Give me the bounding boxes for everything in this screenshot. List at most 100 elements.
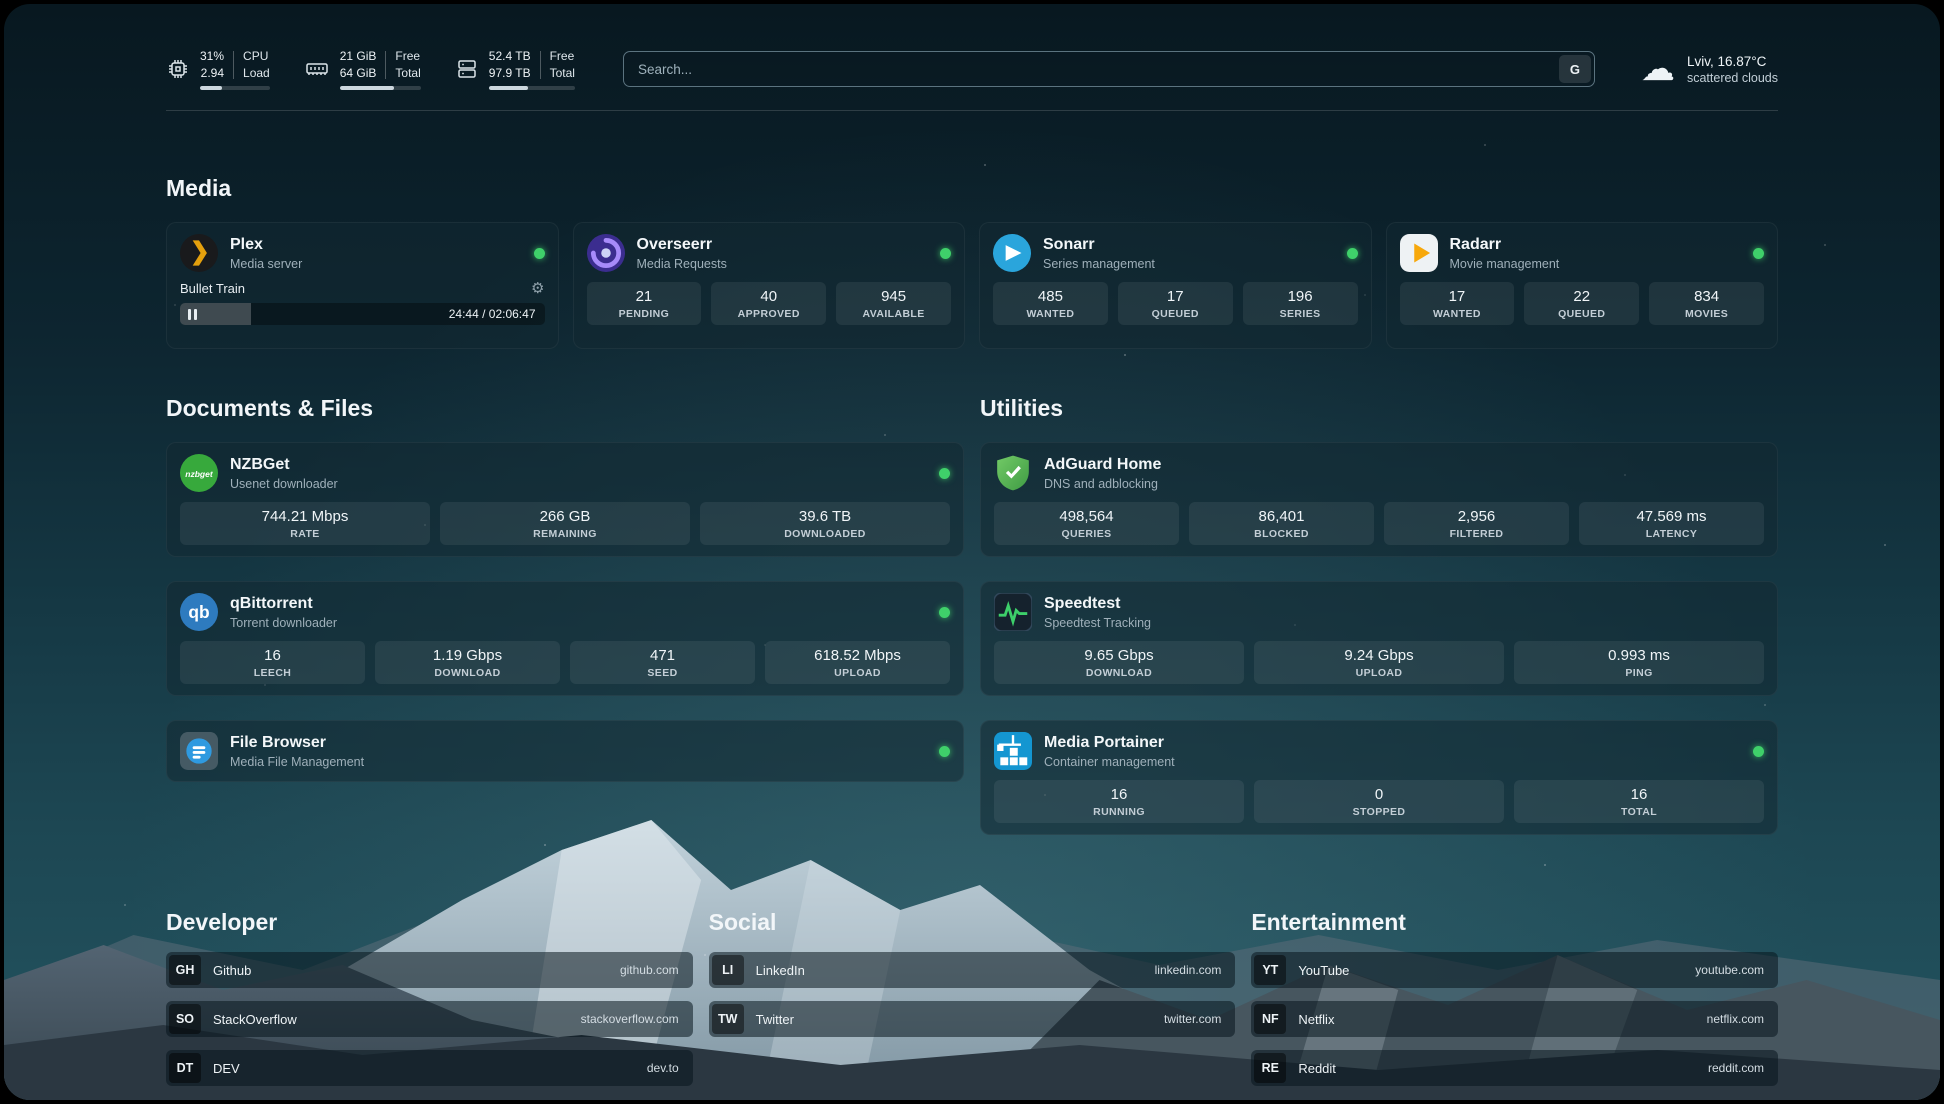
stat-label: QUEUED <box>1528 308 1635 320</box>
app-name: NZBGet <box>230 455 338 474</box>
app-card-qbittorrent[interactable]: qb qBittorrent Torrent downloader 16 LEE… <box>166 581 964 696</box>
app-description: Movie management <box>1450 257 1560 271</box>
app-card-adguard[interactable]: AdGuard Home DNS and adblocking 498,564 … <box>980 442 1778 557</box>
storage-label-bottom: Total <box>550 65 575 82</box>
bookmark-reddit[interactable]: RE Reddit reddit.com <box>1251 1050 1778 1086</box>
app-card-nzbget[interactable]: nzbget NZBGet Usenet downloader 744.21 M… <box>166 442 964 557</box>
section-title-media: Media <box>166 175 1778 202</box>
stat-box: 0 STOPPED <box>1254 780 1504 823</box>
app-name: AdGuard Home <box>1044 455 1161 474</box>
pause-icon[interactable] <box>188 309 197 320</box>
stat-value: 86,401 <box>1193 508 1370 525</box>
memory-progress-bar <box>340 86 421 90</box>
stat-value: 744.21 Mbps <box>184 508 426 525</box>
bookmark-url: youtube.com <box>1695 963 1775 977</box>
search-input[interactable] <box>623 51 1595 87</box>
bookmark-group-title: Social <box>709 909 1236 936</box>
app-card-plex[interactable]: Plex Media server Bullet Train ⚙ 24:44 /… <box>166 222 559 349</box>
app-description: Container management <box>1044 755 1175 769</box>
app-card-radarr[interactable]: Radarr Movie management 17 WANTED 22 QUE… <box>1386 222 1779 349</box>
stat-box: 1.19 Gbps DOWNLOAD <box>375 641 560 684</box>
bookmark-linkedin[interactable]: LI LinkedIn linkedin.com <box>709 952 1236 988</box>
bookmark-dev[interactable]: DT DEV dev.to <box>166 1050 693 1086</box>
stat-label: PENDING <box>591 308 698 320</box>
bookmark-url: dev.to <box>647 1061 690 1075</box>
storage-label-top: Free <box>550 48 575 65</box>
svg-text:nzbget: nzbget <box>185 469 214 479</box>
stat-value: 471 <box>574 647 751 664</box>
bookmark-abbr: SO <box>169 1004 201 1034</box>
app-description: Usenet downloader <box>230 477 338 491</box>
cloud-icon: ☁ <box>1641 52 1675 86</box>
stat-value: 21 <box>591 288 698 305</box>
stat-box: 21 PENDING <box>587 282 702 325</box>
files-column: Documents & Files nzbget NZBGet Usenet d… <box>166 395 964 859</box>
bookmark-github[interactable]: GH Github github.com <box>166 952 693 988</box>
app-card-portainer[interactable]: Media Portainer Container management 16 … <box>980 720 1778 835</box>
cpu-label-bottom: Load <box>243 65 270 82</box>
stat-value: 40 <box>715 288 822 305</box>
app-name: Media Portainer <box>1044 733 1175 752</box>
weather-location: Lviv, 16.87°C <box>1687 54 1778 69</box>
now-playing: Bullet Train ⚙ 24:44 / 02:06:47 <box>180 279 545 325</box>
stat-label: SERIES <box>1247 308 1354 320</box>
stat-value: 16 <box>184 647 361 664</box>
app-description: Media File Management <box>230 755 364 769</box>
stat-box: 17 QUEUED <box>1118 282 1233 325</box>
widget-separator <box>385 51 386 79</box>
now-playing-title: Bullet Train <box>180 281 245 296</box>
bookmark-netflix[interactable]: NF Netflix netflix.com <box>1251 1001 1778 1037</box>
adguard-icon <box>994 454 1032 492</box>
bookmark-abbr: NF <box>1254 1004 1286 1034</box>
stat-label: DOWNLOAD <box>998 667 1240 679</box>
storage-free-value: 52.4 TB <box>489 48 531 65</box>
app-card-filebrowser[interactable]: File Browser Media File Management <box>166 720 964 782</box>
stat-box: 266 GB REMAINING <box>440 502 690 545</box>
stat-label: APPROVED <box>715 308 822 320</box>
stat-box: 485 WANTED <box>993 282 1108 325</box>
bookmark-abbr: LI <box>712 955 744 985</box>
stat-box: 498,564 QUERIES <box>994 502 1179 545</box>
stat-label: LEECH <box>184 667 361 679</box>
status-dot <box>940 248 951 259</box>
bookmark-abbr: GH <box>169 955 201 985</box>
bookmark-name: Netflix <box>1298 1012 1334 1027</box>
bookmark-name: StackOverflow <box>213 1012 297 1027</box>
memory-widget: 21 GiB 64 GiB Free Total <box>304 48 421 91</box>
app-card-sonarr[interactable]: Sonarr Series management 485 WANTED 17 Q… <box>979 222 1372 349</box>
bookmark-twitter[interactable]: TW Twitter twitter.com <box>709 1001 1236 1037</box>
search-engine-button[interactable]: G <box>1559 55 1591 83</box>
stat-label: RATE <box>184 528 426 540</box>
bookmark-youtube[interactable]: YT YouTube youtube.com <box>1251 952 1778 988</box>
bookmark-url: reddit.com <box>1708 1061 1775 1075</box>
section-title-files: Documents & Files <box>166 395 964 422</box>
stat-label: RUNNING <box>998 806 1240 818</box>
bookmark-stackoverflow[interactable]: SO StackOverflow stackoverflow.com <box>166 1001 693 1037</box>
playback-progress-bar[interactable]: 24:44 / 02:06:47 <box>180 303 545 325</box>
stat-value: 9.24 Gbps <box>1258 647 1500 664</box>
stat-box: 2,956 FILTERED <box>1384 502 1569 545</box>
bookmark-abbr: TW <box>712 1004 744 1034</box>
app-name: File Browser <box>230 733 364 752</box>
stat-label: SEED <box>574 667 751 679</box>
stat-value: 1.19 Gbps <box>379 647 556 664</box>
bookmark-group-entertainment: Entertainment YT YouTube youtube.com NF … <box>1251 909 1778 1099</box>
cpu-load-value: 2.94 <box>200 65 224 82</box>
app-description: Media Requests <box>637 257 727 271</box>
bookmark-abbr: DT <box>169 1053 201 1083</box>
app-card-overseerr[interactable]: Overseerr Media Requests 21 PENDING 40 A… <box>573 222 966 349</box>
app-card-speedtest[interactable]: Speedtest Speedtest Tracking 9.65 Gbps D… <box>980 581 1778 696</box>
settings-gear-icon[interactable]: ⚙ <box>531 279 544 297</box>
ram-icon <box>304 57 330 81</box>
bookmark-abbr: RE <box>1254 1053 1286 1083</box>
stat-box: 39.6 TB DOWNLOADED <box>700 502 950 545</box>
stat-box: 40 APPROVED <box>711 282 826 325</box>
stat-box: 945 AVAILABLE <box>836 282 951 325</box>
snow-particles <box>4 4 6 6</box>
section-title-utilities: Utilities <box>980 395 1778 422</box>
portainer-icon <box>994 732 1032 770</box>
top-bar: 31% 2.94 CPU Load <box>166 42 1778 96</box>
app-description: Media server <box>230 257 302 271</box>
dashboard-page: 31% 2.94 CPU Load <box>4 4 1940 1100</box>
stat-label: QUERIES <box>998 528 1175 540</box>
